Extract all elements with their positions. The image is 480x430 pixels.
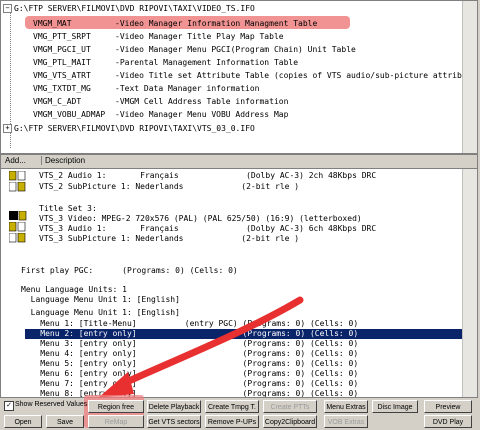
- preview-button[interactable]: Preview: [424, 400, 472, 413]
- dvd-play-button[interactable]: DVD Play: [424, 415, 472, 428]
- delete-playback-button[interactable]: Delete Playback: [147, 400, 201, 413]
- get-vts-sectors-button[interactable]: Get VTS sectors: [147, 415, 201, 428]
- menu-extras-button[interactable]: Menu Extras: [324, 400, 368, 413]
- copy2clipboard-button[interactable]: Copy2Clipboard: [263, 415, 317, 428]
- create-tmpg-button[interactable]: Create Tmpg T.: [205, 400, 259, 413]
- show-reserved-checkbox[interactable]: ✓: [4, 401, 14, 411]
- show-reserved-label: Show Reserved Values: [15, 401, 88, 408]
- vob-extras-button[interactable]: VOB Extras: [324, 415, 368, 428]
- remap-button[interactable]: ReMap: [88, 415, 144, 428]
- create-ptts-button[interactable]: Create PTTs: [263, 400, 317, 413]
- disc-image-button[interactable]: Disc Image: [372, 400, 418, 413]
- open-button[interactable]: Open: [4, 415, 42, 428]
- region-free-button[interactable]: Region free: [88, 400, 144, 413]
- save-button[interactable]: Save: [46, 415, 84, 428]
- remove-pups-button[interactable]: Remove P-UPs: [205, 415, 259, 428]
- red-arrow-annotation: [98, 296, 304, 398]
- bottom-toolbar: ✓ Show Reserved Values Open Save Region …: [0, 397, 480, 430]
